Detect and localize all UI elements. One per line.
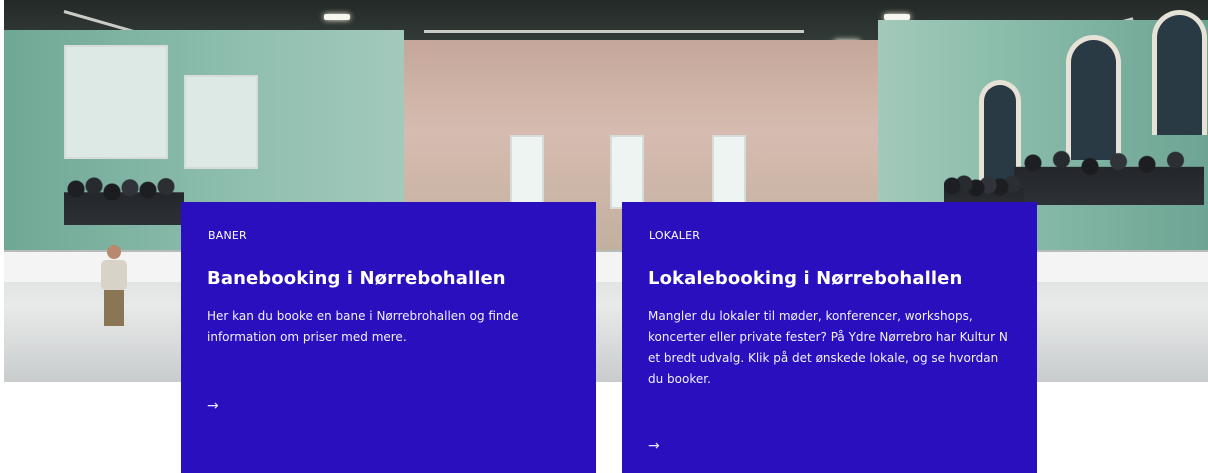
card-description: Mangler du lokaler til møder, konference… (648, 309, 1008, 386)
spectators (1014, 135, 1204, 205)
card-category: BANER (208, 229, 247, 242)
arrow-right-icon[interactable]: → (648, 438, 660, 454)
lokalebooking-card[interactable]: LOKALER Lokalebooking i Nørrebohallen Ma… (622, 202, 1037, 473)
card-title[interactable]: Banebooking i Nørrebohallen (207, 268, 506, 289)
card-description: Her kan du booke en bane i Nørrebrohalle… (207, 309, 519, 344)
hall-window (184, 75, 258, 169)
card-category: LOKALER (649, 229, 701, 242)
hall-window (610, 135, 644, 209)
card-title[interactable]: Lokalebooking i Nørrebohallen (648, 268, 962, 289)
player-figure (99, 245, 129, 330)
ceiling-lamp (324, 14, 350, 20)
arched-window (1152, 10, 1207, 135)
banebooking-card[interactable]: BANER Banebooking i Nørrebohallen Her ka… (181, 202, 596, 473)
spectators (64, 165, 184, 225)
hall-window (712, 135, 746, 209)
hall-window (510, 135, 544, 209)
arrow-right-icon[interactable]: → (207, 398, 219, 414)
roof-truss (424, 30, 804, 33)
hall-window (64, 45, 168, 159)
